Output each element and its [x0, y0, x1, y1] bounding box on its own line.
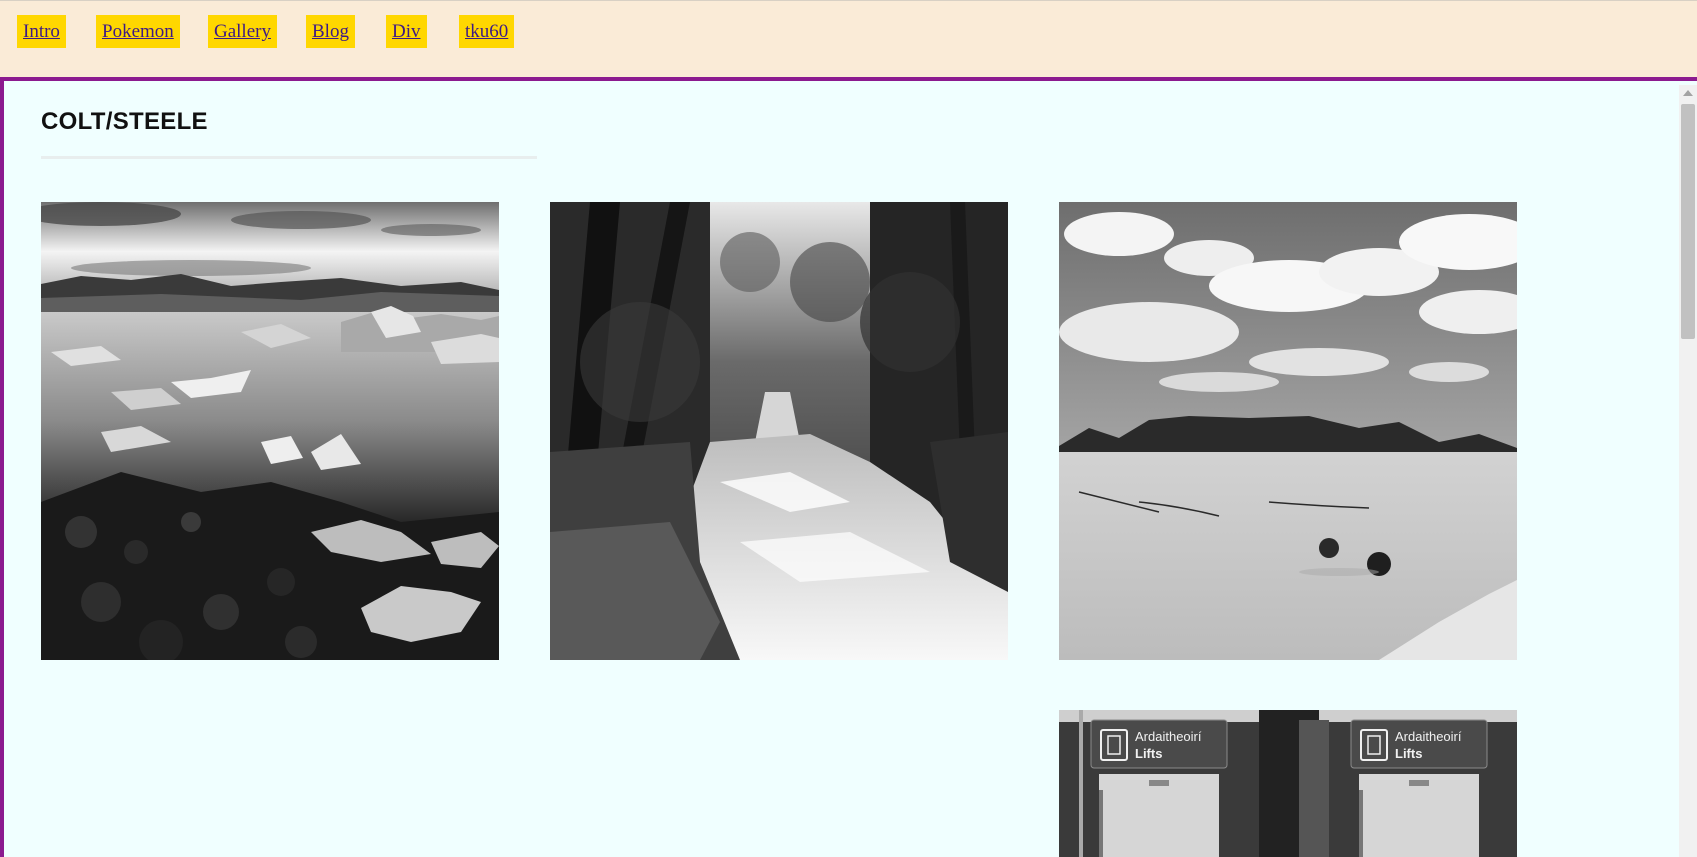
lifts-sign-left-irish: Ardaitheoirí	[1135, 729, 1202, 744]
brand-title: COLT/STEELE	[41, 108, 208, 135]
nav-link-pokemon[interactable]: Pokemon	[96, 15, 180, 48]
nav-link-tku60[interactable]: tku60	[459, 15, 515, 48]
gallery-photo-desert-dunes[interactable]	[1059, 202, 1517, 660]
glacier-lagoon-image	[41, 202, 499, 660]
gallery-photo-lifts-signage[interactable]: Ardaitheoirí Lifts Ardaitheoirí Lifts	[1059, 710, 1517, 857]
nav-link-gallery[interactable]: Gallery	[208, 15, 277, 48]
lifts-sign-left-english: Lifts	[1135, 746, 1162, 761]
nav-link-blog[interactable]: Blog	[306, 15, 355, 48]
lifts-sign-right-english: Lifts	[1395, 746, 1422, 761]
gallery-photo-glacier-lagoon[interactable]	[41, 202, 499, 660]
vertical-scrollbar[interactable]	[1679, 85, 1697, 857]
desert-dunes-image	[1059, 202, 1517, 660]
nav-link-intro[interactable]: Intro	[17, 15, 66, 48]
top-navigation-bar: Intro Pokemon Gallery Blog Div tku60	[0, 0, 1697, 77]
lifts-sign-right-irish: Ardaitheoirí	[1395, 729, 1462, 744]
lifts-signage-image: Ardaitheoirí Lifts Ardaitheoirí Lifts	[1059, 710, 1517, 857]
scroll-up-arrow-icon[interactable]	[1683, 90, 1693, 96]
scrollbar-thumb[interactable]	[1681, 104, 1695, 339]
gallery-photo-forest-waterfall[interactable]	[550, 202, 1008, 660]
nav-link-div[interactable]: Div	[386, 15, 427, 48]
title-divider	[41, 156, 537, 159]
embedded-page-frame: COLT/STEELE Ardaitheoirí Lifts Ardaitheo…	[0, 77, 1697, 857]
forest-waterfall-image	[550, 202, 1008, 660]
